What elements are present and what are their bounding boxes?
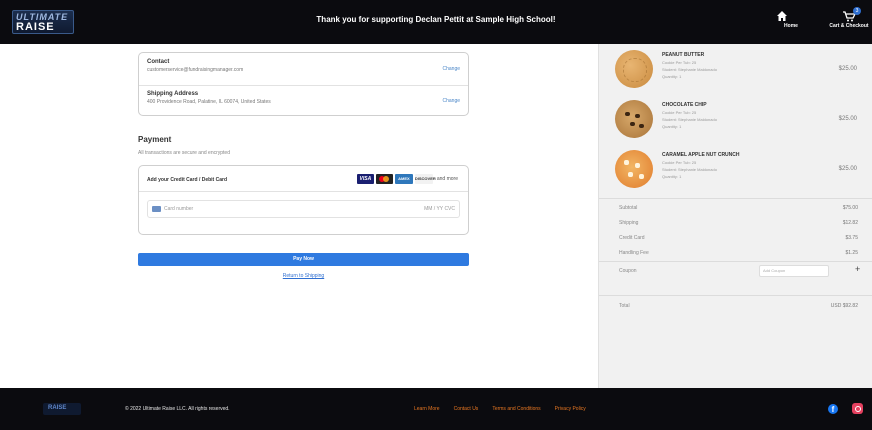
change-contact-link[interactable]: Change bbox=[442, 66, 460, 72]
card-payment-box: Add your Credit Card / Debit Card VISA A… bbox=[138, 165, 469, 235]
item-price: $25.00 bbox=[838, 166, 857, 172]
shipping-cost-label: Shipping bbox=[619, 220, 639, 226]
cart-item: CHOCOLATE CHIP Cookie Per Tub: 25 Studen… bbox=[615, 100, 865, 148]
top-header: ULTIMATE RAISE Thank you for supporting … bbox=[0, 0, 872, 44]
instagram-icon[interactable] bbox=[852, 403, 863, 414]
shipping-title: Shipping Address bbox=[147, 91, 199, 97]
item-name: PEANUT BUTTER bbox=[662, 52, 705, 58]
summary-divider bbox=[599, 261, 872, 262]
total-label: Total bbox=[619, 303, 630, 309]
nav-home-link[interactable]: Home bbox=[776, 10, 806, 29]
chocolate-chip-cookie-image bbox=[615, 100, 653, 138]
contact-shipping-box: Contact customerservice@fundraisingmanag… bbox=[138, 52, 469, 116]
payment-subtitle: All transactions are secure and encrypte… bbox=[138, 150, 230, 156]
return-to-shipping-link[interactable]: Return to Shipping bbox=[138, 273, 469, 279]
item-meta: Student: Stephanie Maldonado bbox=[662, 117, 717, 122]
total-value: USD $92.82 bbox=[830, 303, 858, 309]
footer-link-privacy[interactable]: Privacy Policy bbox=[555, 406, 586, 412]
footer-logo-text: RAISE bbox=[48, 405, 67, 411]
footer-links: Learn More Contact Us Terms and Conditio… bbox=[414, 406, 586, 412]
shipping-address: 400 Providence Road, Palatine, IL 60074,… bbox=[147, 99, 271, 105]
change-shipping-link[interactable]: Change bbox=[442, 98, 460, 104]
coupon-label: Coupon bbox=[619, 268, 637, 274]
payment-heading: Payment bbox=[138, 135, 172, 144]
subtotal-label: Subtotal bbox=[619, 205, 638, 211]
caramel-apple-cookie-image bbox=[615, 150, 653, 188]
contact-title: Contact bbox=[147, 59, 170, 65]
item-price: $25.00 bbox=[838, 116, 857, 122]
handling-fee-value: $1.25 bbox=[845, 250, 858, 256]
summary-divider bbox=[599, 295, 872, 296]
cart-item: CARAMEL APPLE NUT CRUNCH Cookie Per Tub:… bbox=[615, 150, 865, 198]
card-number-input[interactable]: Card number MM / YY CVC bbox=[147, 200, 460, 218]
amex-icon: AMEX bbox=[394, 174, 413, 184]
credit-card-fee-label: Credit Card bbox=[619, 235, 645, 241]
shipping-row: Shipping Address 400 Providence Road, Pa… bbox=[147, 91, 460, 105]
item-meta: Quantity: 1 bbox=[662, 124, 682, 129]
item-meta: Cookie Per Tub: 25 bbox=[662, 160, 697, 165]
thank-you-message: Thank you for supporting Declan Pettit a… bbox=[316, 15, 556, 24]
card-header: Add your Credit Card / Debit Card VISA A… bbox=[139, 166, 468, 192]
home-icon bbox=[777, 11, 787, 21]
card-header-label: Add your Credit Card / Debit Card bbox=[147, 177, 228, 183]
item-meta: Student: Stephanie Maldonado bbox=[662, 67, 717, 72]
nav-cart-label: Cart & Checkout bbox=[829, 23, 869, 29]
brands-more-text: and more bbox=[436, 176, 458, 182]
order-summary: PEANUT BUTTER Cookie Per Tub: 25 Student… bbox=[598, 44, 872, 388]
handling-fee-label: Handling Fee bbox=[619, 250, 649, 256]
visa-icon: VISA bbox=[356, 174, 374, 184]
item-price: $25.00 bbox=[838, 66, 857, 72]
item-meta: Cookie Per Tub: 25 bbox=[662, 60, 697, 65]
item-meta: Student: Stephanie Maldonado bbox=[662, 167, 717, 172]
coupon-input[interactable]: Add Coupon bbox=[759, 265, 829, 277]
discover-icon: DISCOVER bbox=[414, 174, 436, 184]
credit-card-fee-row: Credit Card $3.75 bbox=[619, 235, 858, 241]
credit-card-icon bbox=[152, 206, 161, 212]
footer-logo[interactable]: RAISE bbox=[43, 403, 81, 415]
peanut-butter-cookie-image bbox=[615, 50, 653, 88]
facebook-icon[interactable]: f bbox=[828, 404, 838, 414]
pay-now-button[interactable]: Pay Now bbox=[138, 253, 469, 266]
mastercard-icon bbox=[375, 174, 393, 184]
copyright-text: © 2022 Ultimate Raise LLC. All rights re… bbox=[125, 406, 230, 412]
card-number-placeholder: Card number bbox=[164, 206, 194, 212]
footer-link-terms[interactable]: Terms and Conditions bbox=[492, 406, 540, 412]
site-footer: RAISE © 2022 Ultimate Raise LLC. All rig… bbox=[0, 388, 872, 430]
footer-link-contact-us[interactable]: Contact Us bbox=[454, 406, 479, 412]
item-name: CHOCOLATE CHIP bbox=[662, 102, 707, 108]
cart-icon bbox=[843, 11, 857, 22]
shipping-cost-row: Shipping $12.82 bbox=[619, 220, 858, 226]
subtotal-value: $75.00 bbox=[842, 205, 858, 211]
item-meta: Quantity: 1 bbox=[662, 74, 682, 79]
card-brands: VISA AMEX DISCOVER and more bbox=[356, 174, 458, 184]
contact-divider bbox=[139, 85, 468, 86]
credit-card-fee-value: $3.75 bbox=[845, 235, 858, 241]
item-name: CARAMEL APPLE NUT CRUNCH bbox=[662, 152, 740, 158]
add-coupon-button[interactable]: + bbox=[855, 264, 860, 274]
footer-link-learn-more[interactable]: Learn More bbox=[414, 406, 440, 412]
item-meta: Cookie Per Tub: 25 bbox=[662, 110, 697, 115]
subtotal-row: Subtotal $75.00 bbox=[619, 205, 858, 211]
summary-divider bbox=[599, 198, 872, 199]
cart-item: PEANUT BUTTER Cookie Per Tub: 25 Student… bbox=[615, 50, 865, 98]
cart-count-badge: 3 bbox=[853, 7, 861, 15]
item-meta: Quantity: 1 bbox=[662, 174, 682, 179]
total-row: Total USD $92.82 bbox=[619, 303, 858, 309]
handling-fee-row: Handling Fee $1.25 bbox=[619, 250, 858, 256]
contact-email: customerservice@fundraisingmanager.com bbox=[147, 67, 244, 73]
expiry-cvc-placeholder[interactable]: MM / YY CVC bbox=[424, 206, 455, 212]
nav-home-label: Home bbox=[784, 23, 798, 29]
nav-cart-link[interactable]: 3 Cart & Checkout bbox=[826, 7, 872, 29]
shipping-cost-value: $12.82 bbox=[842, 220, 858, 226]
contact-row: Contact customerservice@fundraisingmanag… bbox=[147, 59, 460, 73]
